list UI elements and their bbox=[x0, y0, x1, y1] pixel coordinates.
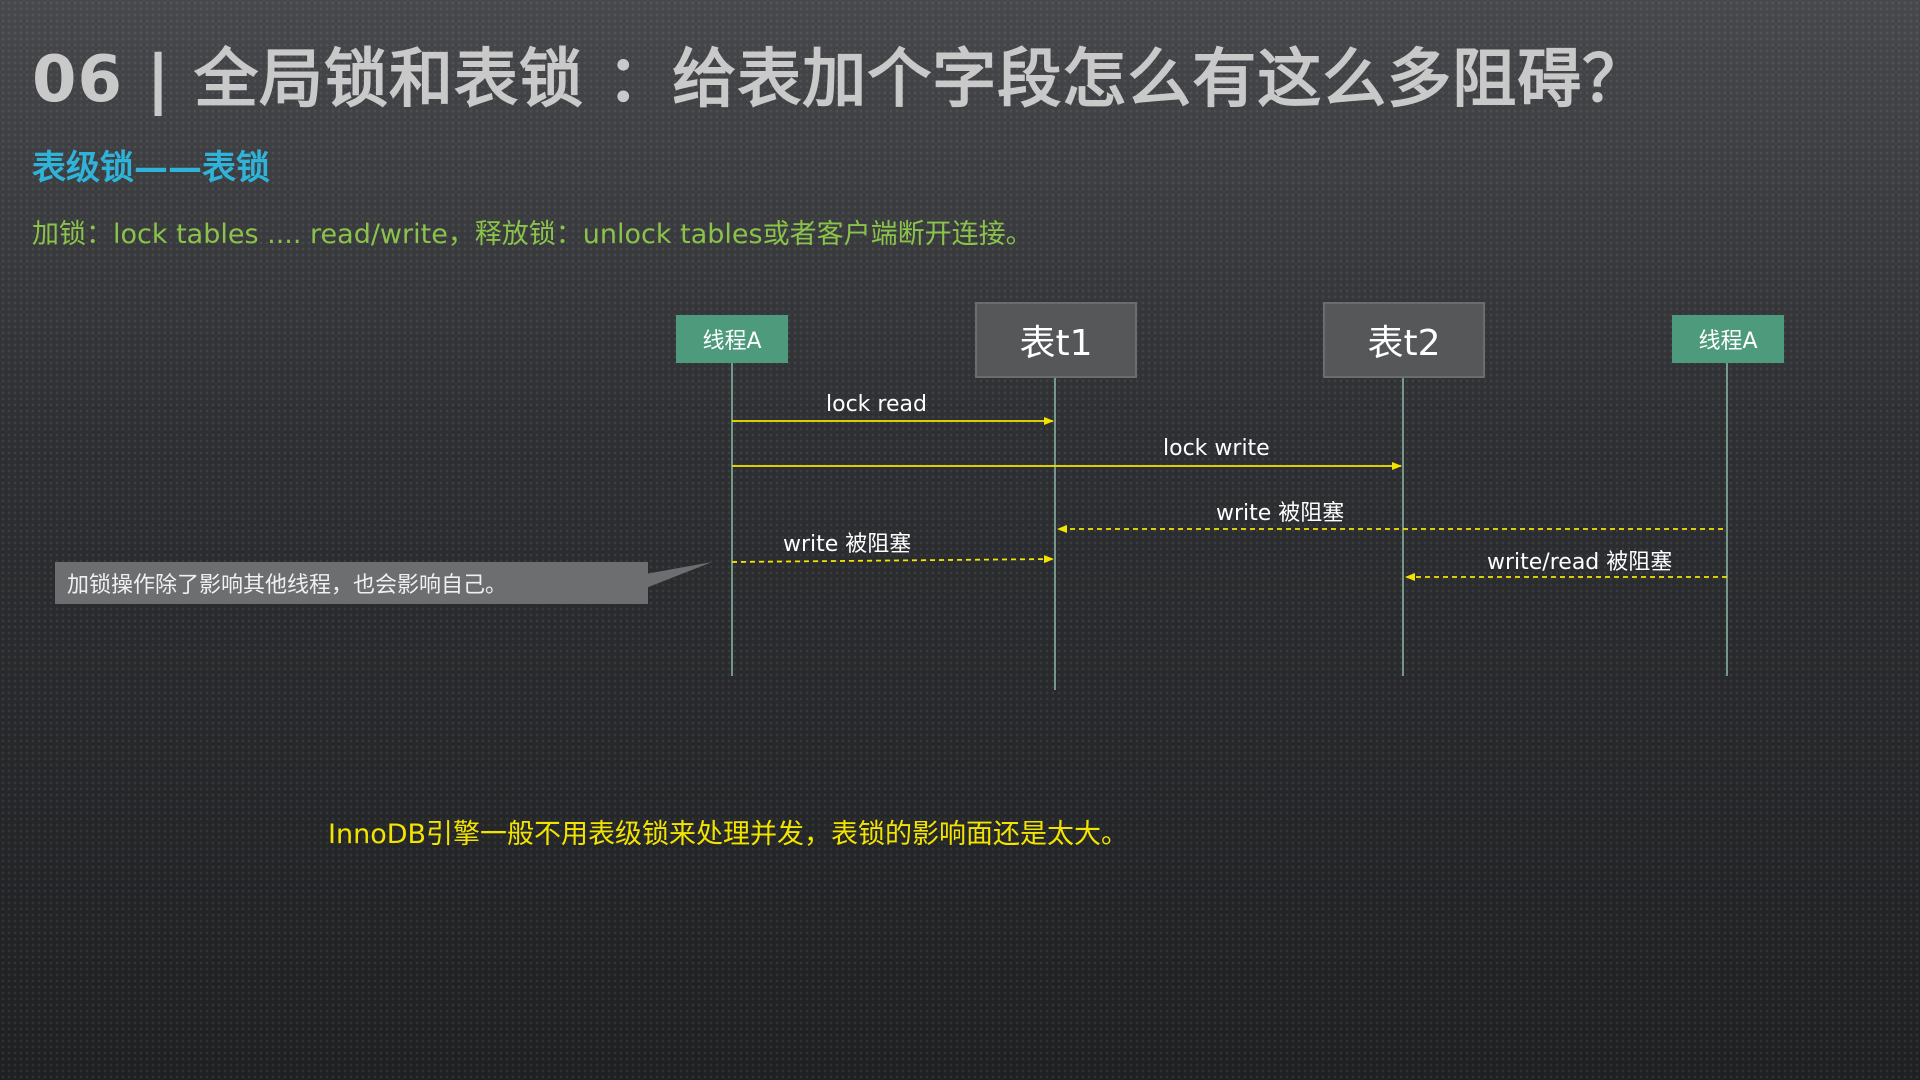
label-write-blocked-right: write 被阻塞 bbox=[1216, 501, 1345, 526]
participant-thread-right: 线程A bbox=[1672, 315, 1784, 363]
footer-note: InnoDB引擎一般不用表级锁来处理并发，表锁的影响面还是太大。 bbox=[328, 819, 1129, 850]
label-lock-read: lock read bbox=[826, 392, 927, 417]
callout-note: 加锁操作除了影响其他线程，也会影响自己。 bbox=[55, 562, 648, 604]
sequence-diagram-lines bbox=[640, 363, 1728, 690]
participant-thread-left: 线程A bbox=[676, 315, 788, 363]
label-write-blocked-left: write 被阻塞 bbox=[783, 532, 912, 557]
label-lock-write: lock write bbox=[1163, 436, 1270, 461]
arrow-write-blocked-left bbox=[731, 555, 1054, 564]
participant-table-t2: 表t2 bbox=[1323, 302, 1485, 378]
label-write-read-blocked: write/read 被阻塞 bbox=[1487, 550, 1673, 575]
note-pointer bbox=[640, 562, 712, 588]
participant-table-t1: 表t1 bbox=[975, 302, 1137, 378]
